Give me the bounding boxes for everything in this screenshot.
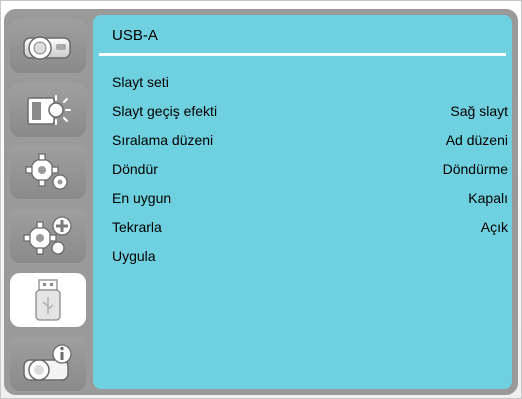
sidebar xyxy=(4,9,93,395)
sidebar-item-information[interactable] xyxy=(10,337,86,391)
sidebar-item-image[interactable] xyxy=(10,83,86,137)
usb-drive-icon xyxy=(35,279,61,321)
menu-item-slide-set[interactable]: Slayt seti xyxy=(93,70,512,96)
menu-item-label: Slayt geçiş efekti xyxy=(112,103,218,119)
usb-menu-panel: USB-A Slayt seti Slayt geçiş efekti Sağ … xyxy=(93,15,512,389)
sidebar-item-advanced[interactable] xyxy=(10,209,86,263)
title-divider xyxy=(99,53,506,56)
projector-icon xyxy=(23,36,71,60)
sidebar-item-display[interactable] xyxy=(10,19,86,73)
gear-icon xyxy=(25,153,68,190)
osd-frame: USB-A Slayt seti Slayt geçiş efekti Sağ … xyxy=(0,0,522,399)
menu-item-sort-order[interactable]: Sıralama düzeni Ad düzeni xyxy=(93,128,512,154)
menu-item-label: Tekrarla xyxy=(112,219,162,235)
menu-item-label: Sıralama düzeni xyxy=(112,132,214,148)
menu-item-value: Döndürme xyxy=(442,161,508,177)
menu-item-rotate[interactable]: Döndür Döndürme xyxy=(93,157,512,183)
menu-title: USB-A xyxy=(112,27,158,44)
menu-item-label: Slayt seti xyxy=(112,74,169,90)
advanced-gear-icon xyxy=(23,216,72,255)
sidebar-item-usb[interactable] xyxy=(10,273,86,327)
menu-item-label: Uygula xyxy=(112,248,156,264)
menu-item-value: Açık xyxy=(480,219,508,235)
sidebar-item-setup[interactable] xyxy=(10,145,86,199)
menu-item-apply[interactable]: Uygula xyxy=(93,244,512,270)
menu-item-value: Kapalı xyxy=(468,190,508,206)
menu-item-repeat[interactable]: Tekrarla Açık xyxy=(93,215,512,241)
menu-item-best-fit[interactable]: En uygun Kapalı xyxy=(93,186,512,212)
menu-item-value: Sağ slayt xyxy=(450,103,508,119)
projector-info-icon xyxy=(23,344,72,381)
menu-item-label: Döndür xyxy=(112,161,158,177)
image-brightness-icon xyxy=(27,95,71,125)
menu-item-slide-transition[interactable]: Slayt geçiş efekti Sağ slayt xyxy=(93,99,512,125)
menu-item-label: En uygun xyxy=(112,190,172,206)
menu-item-value: Ad düzeni xyxy=(445,132,508,148)
osd-panel: USB-A Slayt seti Slayt geçiş efekti Sağ … xyxy=(4,9,518,395)
